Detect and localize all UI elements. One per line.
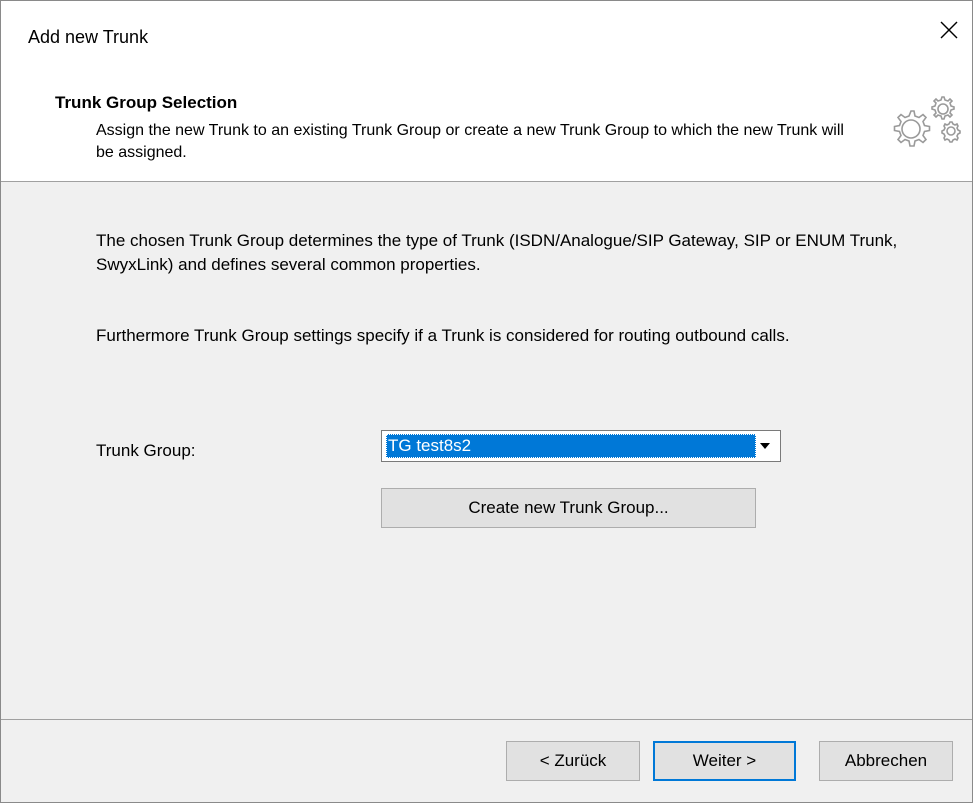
cancel-button[interactable]: Abbrechen <box>819 741 953 781</box>
create-trunk-group-button[interactable]: Create new Trunk Group... <box>381 488 756 528</box>
cancel-button-label: Abbrechen <box>844 751 928 770</box>
description-paragraph-2: Furthermore Trunk Group settings specify… <box>96 326 790 345</box>
gears-icon <box>893 96 961 147</box>
create-trunk-group-label: Create new Trunk Group... <box>468 498 669 517</box>
close-icon <box>940 21 958 39</box>
trunk-group-selected-value: TG test8s2 <box>386 434 756 458</box>
close-button[interactable] <box>926 7 972 53</box>
next-button-label: Weiter > <box>692 751 757 770</box>
wizard-header: Trunk Group Selection Assign the new Tru… <box>1 53 972 182</box>
trunk-group-select[interactable]: TG test8s2 <box>381 430 781 462</box>
dropdown-button[interactable] <box>753 434 777 458</box>
back-button[interactable]: < Zurück <box>506 741 640 781</box>
window-title: Add new Trunk <box>28 27 149 47</box>
header-description: Assign the new Trunk to an existing Trun… <box>96 122 844 161</box>
description-paragraph-1: The chosen Trunk Group determines the ty… <box>96 231 898 274</box>
header-title: Trunk Group Selection <box>55 93 238 112</box>
chevron-down-icon <box>760 443 770 449</box>
footer-divider <box>1 719 972 720</box>
trunk-group-label: Trunk Group: <box>96 441 196 460</box>
add-trunk-dialog: Add new Trunk Trunk Group Selection Assi… <box>0 0 973 803</box>
back-button-label: < Zurück <box>539 751 607 770</box>
title-bar: Add new Trunk <box>1 1 972 53</box>
next-button[interactable]: Weiter > <box>653 741 796 781</box>
